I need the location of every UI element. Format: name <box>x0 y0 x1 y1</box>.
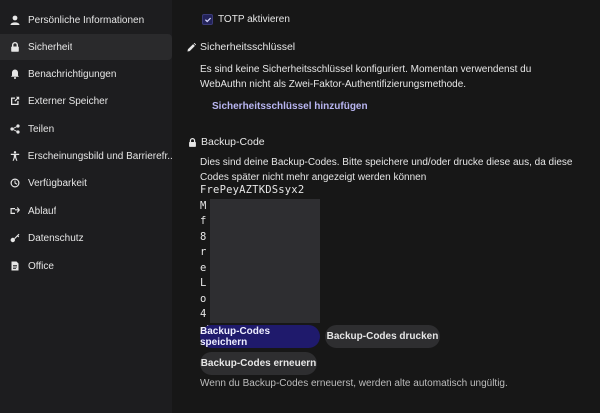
totp-toggle[interactable]: TOTP aktivieren <box>202 12 290 27</box>
add-security-key-button[interactable]: Sicherheitsschlüssel hinzufügen <box>212 101 368 112</box>
lock-icon <box>188 137 197 147</box>
sidebar-item-privacy[interactable]: Datenschutz <box>0 225 172 251</box>
sidebar-item-notifications[interactable]: Benachrichtigungen <box>0 61 172 87</box>
user-icon <box>9 14 21 26</box>
sidebar-item-flow[interactable]: Ablauf <box>0 198 172 224</box>
sidebar-item-label: Persönliche Informationen <box>28 14 145 26</box>
sidebar-item-label: Datenschutz <box>28 232 84 244</box>
sidebar-item-label: Office <box>28 260 54 272</box>
sidebar-item-availability[interactable]: Verfügbarkeit <box>0 170 172 196</box>
clock-icon <box>9 177 21 189</box>
sidebar-item-security[interactable]: Sicherheit <box>0 34 172 60</box>
sidebar-item-office[interactable]: Office <box>0 253 172 279</box>
sidebar-item-label: Ablauf <box>28 205 57 217</box>
flow-icon <box>9 205 21 217</box>
document-icon <box>9 260 21 272</box>
bell-icon <box>9 68 21 80</box>
sidebar-item-label: Externer Speicher <box>28 95 109 107</box>
security-key-heading: Sicherheitsschlüssel <box>187 41 295 53</box>
accessibility-icon <box>9 150 21 162</box>
backup-code-description: Dies sind deine Backup-Codes. Bitte spei… <box>200 157 573 183</box>
save-backup-codes-button[interactable]: Backup-Codes speichern <box>200 325 320 348</box>
sidebar-item-label: Benachrichtigungen <box>28 68 117 80</box>
sidebar-item-label: Verfügbarkeit <box>28 177 87 189</box>
checkmark-icon <box>204 17 211 22</box>
print-backup-codes-button[interactable]: Backup-Codes drucken <box>325 325 440 348</box>
sidebar-item-sharing[interactable]: Teilen <box>0 116 172 142</box>
backup-code-list: FrePeyAZTKDSsyx2 M m f Q 8 a r 9 e q L o… <box>200 183 360 338</box>
external-storage-icon <box>9 95 21 107</box>
backup-code-title: Backup-Code <box>201 136 265 148</box>
key-icon <box>9 232 21 244</box>
share-icon <box>9 123 21 135</box>
renew-backup-codes-button[interactable]: Backup-Codes erneuern <box>200 352 317 375</box>
backup-code-heading: Backup-Code <box>188 136 265 148</box>
redaction-block <box>210 199 320 323</box>
sidebar-item-label: Teilen <box>28 123 55 135</box>
lock-icon <box>9 41 21 53</box>
totp-checkbox[interactable] <box>202 14 213 25</box>
sidebar-item-label: Sicherheit <box>28 41 73 53</box>
sidebar-item-appearance[interactable]: Erscheinungsbild und Barrierefr... <box>0 143 172 169</box>
totp-label: TOTP aktivieren <box>218 14 290 25</box>
renew-note: Wenn du Backup-Codes erneuerst, werden a… <box>200 378 508 389</box>
security-settings-panel: TOTP aktivieren Sicherheitsschlüssel Es … <box>172 0 600 413</box>
sidebar-item-external-storage[interactable]: Externer Speicher <box>0 88 172 114</box>
security-key-title: Sicherheitsschlüssel <box>200 41 296 53</box>
sidebar-item-label: Erscheinungsbild und Barrierefr... <box>27 150 172 162</box>
backup-code: FrePeyAZTKDSsyx2 <box>200 184 305 196</box>
sidebar-item-personal-info[interactable]: Persönliche Informationen <box>0 7 172 33</box>
security-key-description: Es sind keine Sicherheitsschlüssel konfi… <box>200 64 532 90</box>
pencil-icon <box>187 42 196 52</box>
settings-sidebar: Persönliche Informationen Sicherheit Ben… <box>0 0 172 413</box>
